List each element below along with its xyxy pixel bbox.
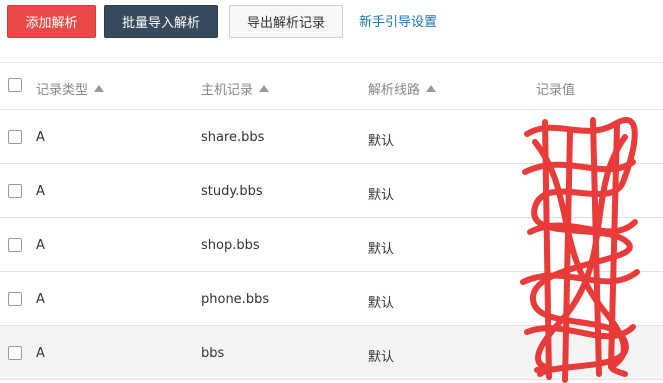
resolve-line: 默认 [368,134,395,149]
host-record: shop.bbs [201,238,260,253]
row-checkbox[interactable] [8,238,22,252]
sort-ascending-icon[interactable] [259,85,270,92]
sort-ascending-icon[interactable] [426,85,437,92]
dns-records-table: 记录类型 主机记录 解析线路 记录值 A share.bbs 默认 A stud… [0,62,663,380]
select-all-checkbox[interactable] [8,78,22,92]
header-record-type[interactable]: 记录类型 [36,79,105,98]
record-type: A [36,184,45,199]
host-record: study.bbs [201,184,263,199]
table-header: 记录类型 主机记录 解析线路 记录值 [0,62,663,110]
host-record: bbs [201,346,225,361]
row-checkbox[interactable] [8,130,22,144]
resolve-line: 默认 [368,188,395,203]
export-records-button[interactable]: 导出解析记录 [229,5,343,38]
row-checkbox[interactable] [8,292,22,306]
beginner-guide-link[interactable]: 新手引导设置 [359,11,437,30]
record-type: A [36,238,45,253]
record-type: A [36,130,45,145]
header-record-value: 记录值 [536,83,576,98]
resolve-line: 默认 [368,242,395,257]
table-row: A phone.bbs 默认 [0,272,663,326]
header-resolve-line[interactable]: 解析线路 [368,79,437,98]
host-record: share.bbs [201,130,265,145]
table-row: A shop.bbs 默认 [0,218,663,272]
record-type: A [36,346,45,361]
batch-import-button[interactable]: 批量导入解析 [104,5,218,38]
toolbar: 添加解析 批量导入解析 导出解析记录 新手引导设置 [0,0,663,48]
table-row: A bbs 默认 [0,326,663,380]
row-checkbox[interactable] [8,184,22,198]
record-type: A [36,292,45,307]
add-record-button[interactable]: 添加解析 [7,5,96,38]
table-row: A share.bbs 默认 [0,110,663,164]
resolve-line: 默认 [368,350,395,365]
resolve-line: 默认 [368,296,395,311]
row-checkbox[interactable] [8,346,22,360]
header-host-record[interactable]: 主机记录 [201,79,270,98]
table-row: A study.bbs 默认 [0,164,663,218]
host-record: phone.bbs [201,292,270,307]
sort-ascending-icon[interactable] [94,85,105,92]
